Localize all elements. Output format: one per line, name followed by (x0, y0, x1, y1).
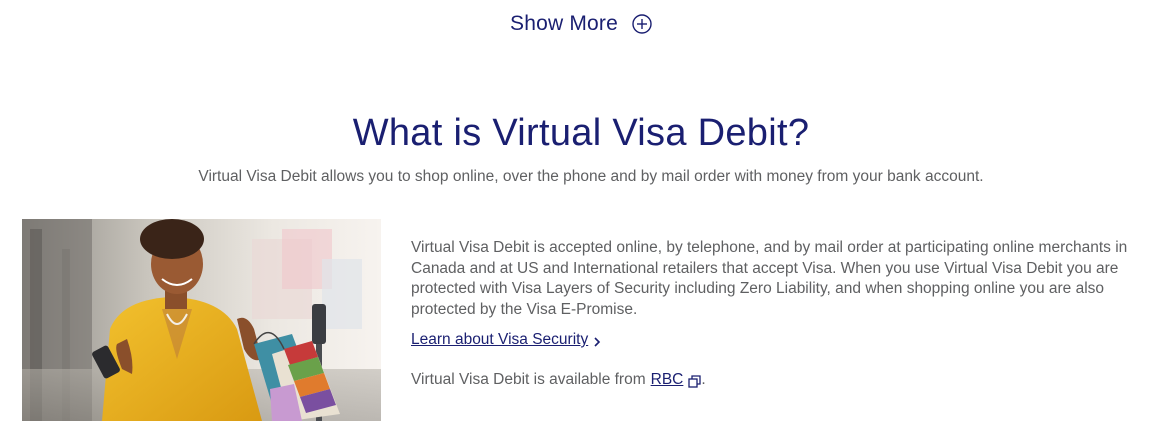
available-from-row: Virtual Visa Debit is available from RBC… (411, 370, 1156, 390)
show-more-label: Show More (509, 12, 618, 35)
available-suffix: . (701, 371, 706, 388)
section-title: What is Virtual Visa Debit? (352, 112, 810, 154)
plus-circle-icon (632, 14, 652, 34)
external-link-icon[interactable] (688, 374, 702, 388)
show-more-button[interactable]: Show More (0, 12, 1162, 36)
content-block: Virtual Visa Debit is accepted online, b… (411, 238, 1156, 390)
learn-link-row: Learn about Visa Security (411, 330, 1156, 350)
available-prefix: Virtual Visa Debit is available from (411, 371, 646, 388)
learn-about-visa-security-link[interactable]: Learn about Visa Security (411, 330, 588, 350)
chevron-right-icon (593, 334, 601, 347)
rbc-link[interactable]: RBC (651, 370, 684, 390)
section-subtitle: Virtual Visa Debit allows you to shop on… (198, 168, 984, 185)
body-text: Virtual Visa Debit is accepted online, b… (411, 239, 1128, 318)
hero-image (22, 219, 381, 421)
